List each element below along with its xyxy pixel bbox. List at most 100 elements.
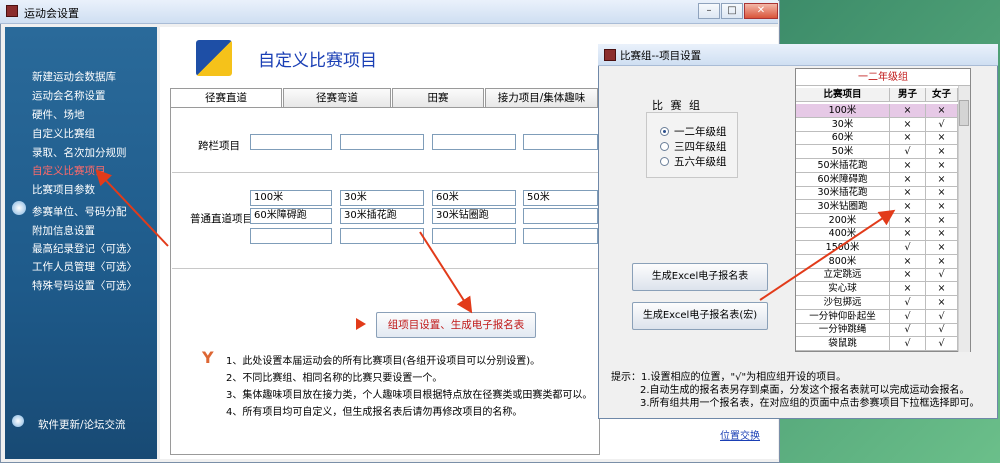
table-cell: × — [890, 268, 926, 283]
table-cell: 立定跳远 — [796, 268, 890, 283]
straight-event-field[interactable] — [432, 228, 516, 244]
sidebar-item[interactable]: 自定义比赛项目 — [32, 163, 106, 178]
page-logo-icon — [196, 40, 232, 76]
table-cell: √ — [890, 323, 926, 338]
table-cell: √ — [926, 309, 958, 324]
sidebar-footer-link[interactable]: 软件更新/论坛交流 — [38, 417, 126, 432]
table-cell: √ — [926, 117, 958, 132]
gear-icon — [12, 201, 26, 215]
table-cell: 50米 — [796, 145, 890, 160]
tab-relay[interactable]: 接力项目/集体趣味 — [485, 88, 598, 108]
straight-event-field[interactable] — [340, 228, 424, 244]
straight-event-field[interactable]: 30米 — [340, 190, 424, 206]
sidebar-item[interactable]: 附加信息设置 — [32, 223, 95, 238]
straight-event-field[interactable]: 50米 — [523, 190, 598, 206]
table-cell: √ — [890, 241, 926, 255]
hurdle-field-1[interactable] — [250, 134, 332, 150]
table-cell: √ — [890, 295, 926, 310]
table-cell: 50米插花跑 — [796, 158, 890, 173]
group-radio[interactable]: 五六年级组 — [660, 154, 727, 169]
radio-label: 五六年级组 — [674, 156, 727, 168]
table-cell: × — [890, 186, 926, 201]
table-cell: × — [926, 213, 958, 228]
table-cell: × — [926, 282, 958, 297]
close-button[interactable]: ✕ — [744, 3, 778, 19]
table-cell: √ — [926, 323, 958, 338]
table-cell: × — [890, 117, 926, 132]
radio-button[interactable] — [660, 127, 669, 136]
position-swap-link[interactable]: 位置交换 — [720, 427, 760, 442]
table-cell: 一分钟跳绳 — [796, 323, 890, 338]
table-cell: 60米障碍跑 — [796, 172, 890, 187]
radio-button[interactable] — [660, 142, 669, 151]
note-line: 1、此处设置本届运动会的所有比赛项目(各组开设项目可以分别设置)。 — [226, 356, 541, 367]
note-line: 4、所有项目均可自定义，但生成报名表后请勿再修改项目的名称。 — [226, 407, 523, 418]
straight-event-field[interactable]: 60米障碍跑 — [250, 208, 332, 224]
main-title-bar: 运动会设置 – □ ✕ — [0, 0, 778, 24]
tab-straight-track[interactable]: 径赛直道 — [170, 88, 282, 109]
page-title: 自定义比赛项目 — [258, 51, 377, 71]
scrollbar-thumb[interactable] — [959, 100, 969, 126]
generate-excel-button[interactable]: 生成Excel电子报名表 — [632, 263, 768, 291]
dialog-title-bar: 比赛组--项目设置 — [598, 44, 998, 66]
table-cell: × — [926, 172, 958, 187]
table-cell: × — [926, 227, 958, 242]
straight-label: 普通直道项目 — [190, 213, 253, 225]
hurdle-field-4[interactable] — [523, 134, 598, 150]
table-cell: × — [926, 145, 958, 160]
straight-event-field[interactable]: 30米钻圈跑 — [432, 208, 516, 224]
tab-curve-track[interactable]: 径赛弯道 — [283, 88, 391, 108]
sidebar-item[interactable]: 参赛单位、号码分配 — [32, 204, 127, 219]
maximize-button[interactable]: □ — [721, 3, 743, 19]
straight-event-field[interactable] — [250, 228, 332, 244]
table-cell: × — [890, 131, 926, 146]
sidebar-item[interactable]: 自定义比赛组 — [32, 126, 95, 141]
table-cell: √ — [926, 336, 958, 351]
sidebar-item[interactable]: 最高纪录登记〈可选〉 — [32, 241, 137, 256]
straight-event-field[interactable] — [523, 208, 598, 224]
group-radio[interactable]: 三四年级组 — [660, 139, 727, 154]
straight-event-field[interactable]: 30米插花跑 — [340, 208, 424, 224]
table-cell: 30米钻圈跑 — [796, 199, 890, 214]
table-cell: × — [890, 282, 926, 297]
table-cell: 400米 — [796, 227, 890, 242]
tip-icon: Y — [202, 348, 214, 367]
table-cell: × — [890, 158, 926, 173]
sidebar-item[interactable]: 新建运动会数据库 — [32, 69, 116, 84]
dialog-title: 比赛组--项目设置 — [620, 50, 702, 62]
table-cell: 袋鼠跳 — [796, 336, 890, 351]
sidebar-item[interactable]: 工作人员管理〈可选〉 — [32, 259, 137, 274]
table-cell: × — [890, 172, 926, 187]
hurdle-field-3[interactable] — [432, 134, 516, 150]
group-label: 比 赛 组 — [652, 99, 702, 112]
generate-excel-macro-button[interactable]: 生成Excel电子报名表(宏) — [632, 302, 768, 330]
note-line: 2、不同比赛组、相同名称的比赛只要设置一个。 — [226, 373, 443, 384]
tab-field[interactable]: 田赛 — [392, 88, 484, 108]
straight-event-field[interactable]: 100米 — [250, 190, 332, 206]
table-cell: × — [890, 213, 926, 228]
table-cell: 100米 — [796, 104, 890, 118]
table-cell: √ — [926, 268, 958, 283]
sidebar-item[interactable]: 运动会名称设置 — [32, 88, 106, 103]
table-cell: × — [926, 104, 958, 118]
sidebar-item[interactable]: 特殊号码设置〈可选〉 — [32, 278, 137, 293]
group-radio[interactable]: 一二年级组 — [660, 124, 727, 139]
radio-label: 一二年级组 — [674, 126, 727, 138]
table-cell: √ — [890, 145, 926, 160]
straight-event-field[interactable] — [523, 228, 598, 244]
hint-line: 3.所有组共用一个报名表，在对应组的页面中点击参赛项目下拉框选择即可。 — [640, 398, 980, 409]
radio-button[interactable] — [660, 157, 669, 166]
app-icon — [604, 49, 616, 61]
table-header: 男子 — [890, 88, 926, 102]
sidebar-item[interactable]: 比赛项目参数 — [32, 182, 95, 197]
sidebar-item[interactable]: 录取、名次加分规则 — [32, 145, 127, 160]
hurdle-field-2[interactable] — [340, 134, 424, 150]
generate-entry-form-button[interactable]: 组项目设置、生成电子报名表 — [376, 312, 536, 338]
pointer-arrow-icon — [356, 318, 366, 330]
minimize-button[interactable]: – — [698, 3, 720, 19]
table-cell: × — [890, 227, 926, 242]
radio-label: 三四年级组 — [674, 141, 727, 153]
sidebar-item[interactable]: 硬件、场地 — [32, 107, 85, 122]
table-header: 女子 — [926, 88, 958, 102]
straight-event-field[interactable]: 60米 — [432, 190, 516, 206]
